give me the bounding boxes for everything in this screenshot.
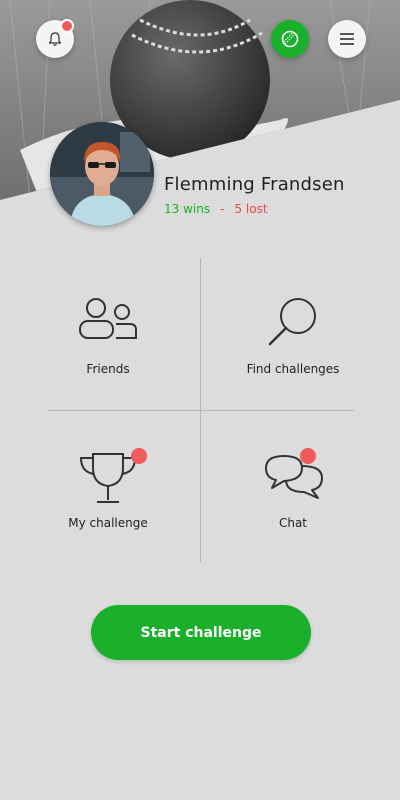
sport-selector-button[interactable] xyxy=(271,20,309,58)
stats-separator: - xyxy=(220,202,225,216)
my-challenge-tile-label: My challenge xyxy=(68,516,148,530)
profile-name: Flemming Frandsen xyxy=(164,174,345,195)
profile-stats: 13 wins -5 lost xyxy=(164,202,268,216)
bell-icon xyxy=(48,32,62,46)
profile-avatar[interactable] xyxy=(50,122,154,226)
chat-bubbles-icon xyxy=(265,455,323,499)
lost-count: 5 lost xyxy=(234,202,268,216)
notifications-button[interactable] xyxy=(36,19,74,58)
start-challenge-button[interactable]: Start challenge xyxy=(91,605,311,660)
friends-icon xyxy=(79,298,137,339)
friends-tile-label: Friends xyxy=(86,362,130,376)
chat-badge xyxy=(300,448,316,464)
cricket-ball-icon xyxy=(281,30,299,48)
my-challenge-tile[interactable]: My challenge xyxy=(33,430,183,580)
find-challenges-tile-label: Find challenges xyxy=(246,362,340,376)
chat-tile-label: Chat xyxy=(278,516,308,530)
chat-tile[interactable]: Chat xyxy=(218,430,368,580)
menu-button[interactable] xyxy=(328,20,366,58)
friends-tile[interactable]: Friends xyxy=(33,270,183,420)
my-challenge-badge xyxy=(131,448,147,464)
hamburger-menu-icon xyxy=(340,33,354,45)
wins-count: 13 wins xyxy=(164,202,211,216)
trophy-icon xyxy=(79,453,137,503)
search-icon xyxy=(268,298,316,346)
find-challenges-tile[interactable]: Find challenges xyxy=(218,270,368,420)
notification-badge xyxy=(60,19,74,33)
